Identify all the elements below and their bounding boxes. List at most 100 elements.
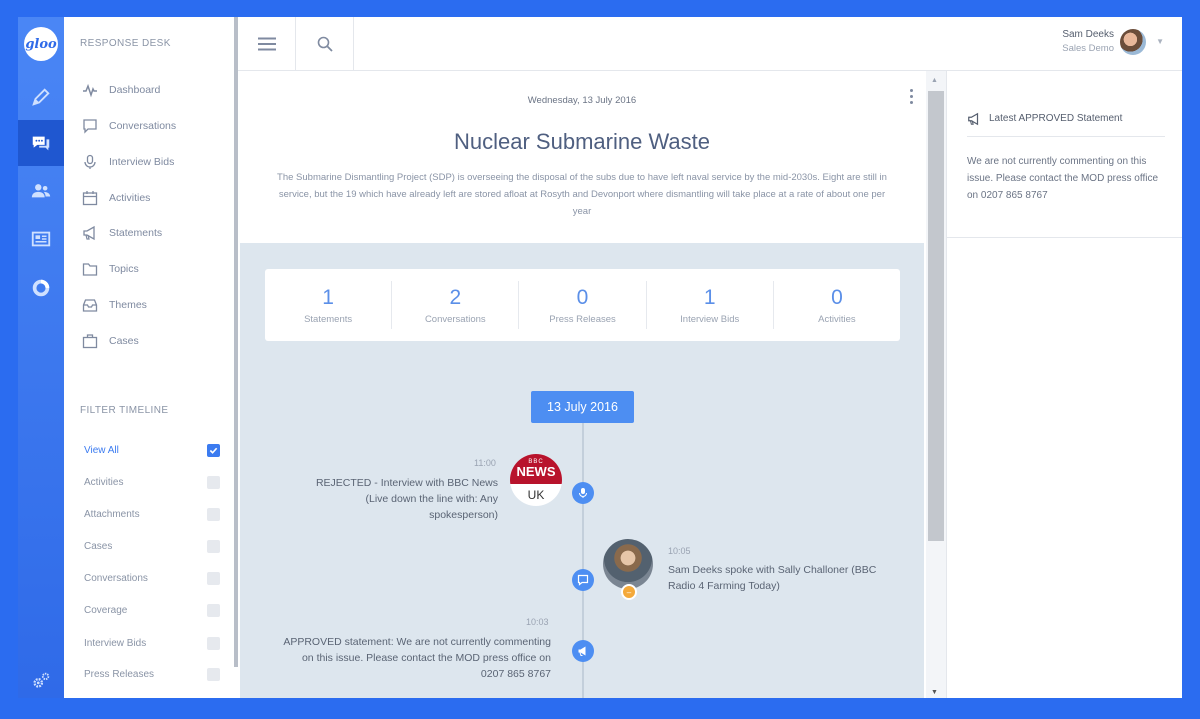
filter-checkbox[interactable]	[207, 636, 220, 650]
search-button[interactable]	[296, 17, 354, 71]
stat-conversations[interactable]: 2 Conversations	[392, 281, 520, 329]
scroll-down-icon[interactable]: ▼	[931, 689, 938, 696]
stat-value: 2	[449, 285, 462, 309]
filter-checkbox[interactable]	[207, 475, 220, 489]
nav-item-themes[interactable]: Themes	[82, 295, 147, 315]
stat-label: Press Releases	[549, 313, 616, 325]
filter-view-all[interactable]: View All	[84, 442, 220, 458]
nav-item-activities[interactable]: Activities	[82, 188, 150, 208]
filter-label: Activities	[84, 476, 124, 488]
issue-date: Wednesday, 13 July 2016	[527, 95, 637, 106]
gears-icon	[33, 672, 50, 688]
megaphone-icon	[968, 112, 979, 125]
icon-rail: gloo	[18, 17, 64, 698]
nav-item-dashboard[interactable]: Dashboard	[82, 80, 160, 100]
filter-attachments[interactable]: Attachments	[84, 506, 220, 522]
activity-icon	[83, 83, 97, 98]
main-content: Wednesday, 13 July 2016 Nuclear Submarin…	[240, 71, 924, 698]
page-title: Nuclear Submarine Waste	[454, 129, 710, 154]
filter-conversations[interactable]: Conversations	[84, 570, 220, 586]
stat-statements[interactable]: 1 Statements	[265, 281, 393, 329]
filter-title: FILTER TIMELINE	[80, 405, 169, 416]
filter-checkbox[interactable]	[207, 571, 220, 585]
logo-text: gloo	[25, 36, 57, 52]
filter-activities[interactable]: Activities	[84, 474, 220, 490]
contact-avatar[interactable]	[603, 539, 653, 589]
stat-press-releases[interactable]: 0 Press Releases	[519, 281, 647, 329]
rail-pencil-button[interactable]	[18, 74, 64, 120]
stat-activities[interactable]: 0 Activities	[774, 281, 900, 329]
chat-icon	[83, 119, 97, 134]
folder-icon	[82, 263, 98, 276]
filter-checkbox[interactable]	[207, 539, 220, 553]
nav-item-conversations[interactable]: Conversations	[82, 116, 176, 136]
timeline-dot-interview[interactable]	[572, 482, 594, 504]
sidebar-scrollbar[interactable]	[234, 17, 238, 667]
main-scrollbar-thumb[interactable]	[928, 91, 944, 541]
filter-cases[interactable]: Cases	[84, 538, 220, 554]
hamburger-icon	[257, 37, 276, 51]
stats-bar: 1 Statements 2 Conversations 0 Press Releas…	[265, 269, 900, 341]
chevron-down-icon[interactable]: ▼	[1156, 37, 1164, 46]
nav-item-statements[interactable]: Statements	[82, 223, 162, 243]
rail-donut-button[interactable]	[18, 265, 64, 311]
people-icon	[31, 184, 51, 198]
filter-checkbox[interactable]	[207, 443, 220, 457]
filter-label: View All	[84, 444, 119, 456]
chat-bubbles-icon	[32, 136, 50, 151]
entry-time: 10:05	[668, 546, 691, 556]
nav-item-interview-bids[interactable]: Interview Bids	[82, 152, 174, 172]
issue-description: The Submarine Dismantling Project (SDP) …	[277, 172, 887, 217]
rail-chat-button[interactable]	[18, 120, 64, 166]
inbox-icon	[82, 299, 98, 312]
filter-label: Cases	[84, 540, 113, 552]
entry-time: 10:03	[526, 617, 549, 627]
stat-label: Activities	[818, 313, 856, 325]
rail-settings-button[interactable]	[18, 658, 64, 698]
more-options-icon[interactable]	[910, 89, 914, 107]
filter-label: Press Releases	[84, 668, 155, 680]
pencil-icon	[32, 88, 50, 106]
user-name[interactable]: Sam Deeks	[1062, 29, 1114, 40]
filter-checkbox[interactable]	[207, 603, 220, 617]
filter-coverage[interactable]: Coverage	[84, 602, 220, 618]
filter-interview-bids[interactable]: Interview Bids	[84, 635, 220, 651]
rail-people-button[interactable]	[18, 168, 64, 214]
newspaper-icon	[31, 231, 51, 247]
nav-label: Themes	[109, 299, 147, 311]
menu-button[interactable]	[238, 17, 296, 71]
nav-label: Activities	[109, 192, 151, 204]
rail-newspaper-button[interactable]	[18, 216, 64, 262]
microphone-icon	[84, 154, 96, 169]
top-bar: Sam Deeks Sales Demo ▼	[238, 17, 1182, 71]
logo-mid-text: NEWS	[516, 464, 556, 479]
bbc-news-logo: BBC NEWS UK	[510, 454, 562, 506]
scroll-up-icon[interactable]: ▲	[931, 77, 938, 84]
nav-item-cases[interactable]: Cases	[82, 331, 139, 351]
nav-label: Interview Bids	[109, 156, 175, 168]
timeline-dot-conversation[interactable]	[572, 569, 594, 591]
briefcase-icon	[82, 334, 98, 349]
app-window: gloo RESPONSE DESK Dashboard Conversatio…	[18, 17, 1182, 698]
nav-label: Conversations	[109, 120, 177, 132]
timeline-entry-text[interactable]: REJECTED - Interview with BBC News (Live…	[298, 475, 498, 523]
timeline-entry-text[interactable]: Sam Deeks spoke with Sally Challoner (BB…	[668, 562, 878, 594]
user-role: Sales Demo	[1062, 43, 1114, 54]
gloo-logo[interactable]: gloo	[24, 27, 58, 61]
entry-time: 11:00	[474, 458, 496, 468]
stat-interview-bids[interactable]: 1 Interview Bids	[647, 281, 774, 329]
avatar[interactable]	[1120, 29, 1146, 55]
filter-press-releases[interactable]: Press Releases	[84, 666, 220, 682]
nav-item-topics[interactable]: Topics	[82, 259, 139, 279]
timeline-entry-text[interactable]: APPROVED statement: We are not currently…	[280, 634, 551, 682]
logo-bottom-text: UK	[527, 488, 545, 502]
heading-text: Latest APPROVED Statement	[989, 113, 1123, 124]
filter-checkbox[interactable]	[207, 507, 220, 521]
filter-label: Coverage	[84, 604, 128, 616]
section-title: RESPONSE DESK	[80, 38, 171, 49]
right-panel: Latest APPROVED Statement We are not cur…	[946, 71, 1182, 698]
stat-label: Interview Bids	[680, 313, 740, 325]
chat-icon	[577, 574, 589, 586]
filter-checkbox[interactable]	[207, 667, 220, 681]
timeline-dot-statement[interactable]	[572, 640, 594, 662]
